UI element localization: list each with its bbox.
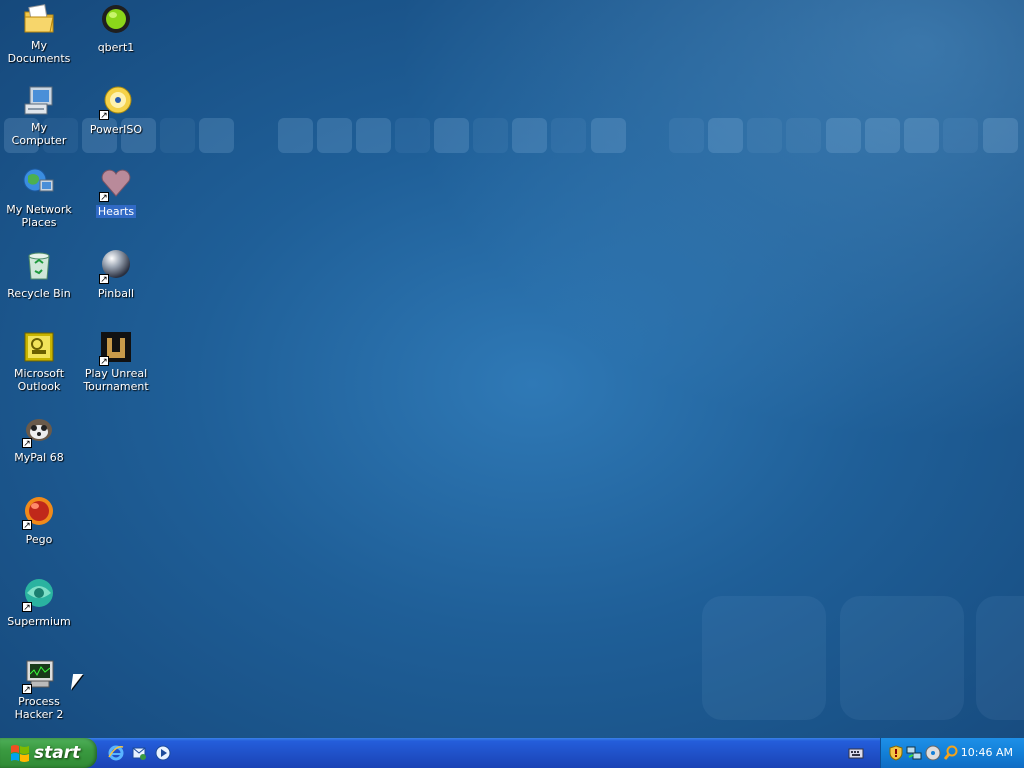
cd-icon[interactable]: [925, 745, 941, 761]
icon-label: Supermium: [7, 615, 71, 628]
unreal-icon: ↗: [99, 330, 133, 367]
icon-label: Recycle Bin: [7, 287, 71, 300]
desktop-icon-pego[interactable]: ↗ Pego: [0, 494, 78, 547]
icon-label: My Computer: [11, 121, 67, 147]
shortcut-arrow-icon: ↗: [99, 356, 109, 367]
start-label: start: [34, 743, 81, 763]
icon-label: Play Unreal Tournament: [83, 367, 149, 393]
shortcut-arrow-icon: ↗: [99, 192, 109, 203]
icon-label: PowerISO: [89, 123, 143, 136]
desktop-icon-my-network-places[interactable]: My Network Places: [0, 166, 78, 230]
icon-label: Microsoft Outlook: [13, 367, 65, 393]
shortcut-arrow-icon: ↗: [22, 520, 32, 531]
icon-label: My Documents: [7, 39, 71, 65]
clock[interactable]: 10:46 AM: [961, 746, 1013, 759]
search-icon[interactable]: [943, 745, 959, 761]
icon-label: Pego: [25, 533, 53, 546]
desktop-icon-play-unreal-tournament[interactable]: ↗ Play Unreal Tournament: [77, 330, 155, 394]
shortcut-arrow-icon: ↗: [22, 602, 32, 613]
outlook-icon: [22, 330, 56, 364]
qbert-icon: [99, 2, 133, 36]
desktop-icon-hearts[interactable]: ↗ Hearts: [77, 166, 155, 219]
desktop[interactable]: My Documents My Computer My Network Plac…: [0, 0, 1024, 738]
shortcut-arrow-icon: ↗: [99, 274, 109, 285]
disc-icon: ↗: [99, 84, 133, 121]
keyboard-icon[interactable]: [848, 745, 864, 761]
icon-label: MyPal 68: [14, 451, 64, 464]
recycle-bin-icon: [22, 248, 56, 282]
internet-explorer-icon[interactable]: [108, 745, 124, 761]
mypal-icon: ↗: [22, 412, 56, 449]
media-player-icon[interactable]: [155, 745, 171, 761]
start-button[interactable]: start: [0, 738, 97, 768]
desktop-icon-my-documents[interactable]: My Documents: [0, 2, 78, 66]
desktop-icon-poweriso[interactable]: ↗ PowerISO: [77, 84, 155, 137]
icon-label: Process Hacker 2: [14, 695, 64, 721]
heart-icon: ↗: [99, 166, 133, 203]
outlook-express-icon[interactable]: [131, 745, 147, 761]
desktop-icon-recycle-bin[interactable]: Recycle Bin: [0, 248, 78, 301]
supermium-icon: ↗: [22, 576, 56, 613]
desktop-icon-microsoft-outlook[interactable]: Microsoft Outlook: [0, 330, 78, 394]
computer-icon: [22, 84, 56, 118]
folder-icon: [22, 2, 56, 36]
process-hacker-icon: ↗: [22, 658, 56, 695]
network-icon[interactable]: [906, 745, 922, 761]
windows-logo-icon: [10, 744, 30, 762]
taskbar: start 10:46 AM: [0, 738, 1024, 768]
desktop-icon-supermium[interactable]: ↗ Supermium: [0, 576, 78, 629]
icon-label: Pinball: [97, 287, 135, 300]
shortcut-arrow-icon: ↗: [22, 684, 32, 695]
desktop-icon-my-computer[interactable]: My Computer: [0, 84, 78, 148]
desktop-icon-mypal-68[interactable]: ↗ MyPal 68: [0, 412, 78, 465]
pego-icon: ↗: [22, 494, 56, 531]
shortcut-arrow-icon: ↗: [99, 110, 109, 121]
icon-label: qbert1: [97, 41, 135, 54]
security-shield-icon[interactable]: [888, 745, 904, 761]
desktop-icon-pinball[interactable]: ↗ Pinball: [77, 248, 155, 301]
icon-label: Hearts: [95, 205, 137, 218]
desktop-icon-qbert1[interactable]: qbert1: [77, 2, 155, 55]
shortcut-arrow-icon: ↗: [22, 438, 32, 449]
system-tray: 10:46 AM: [880, 738, 1024, 768]
desktop-icon-process-hacker-2[interactable]: ↗ Process Hacker 2: [0, 658, 78, 722]
pinball-icon: ↗: [99, 248, 133, 285]
network-icon: [22, 166, 56, 200]
icon-label: My Network Places: [6, 203, 72, 229]
